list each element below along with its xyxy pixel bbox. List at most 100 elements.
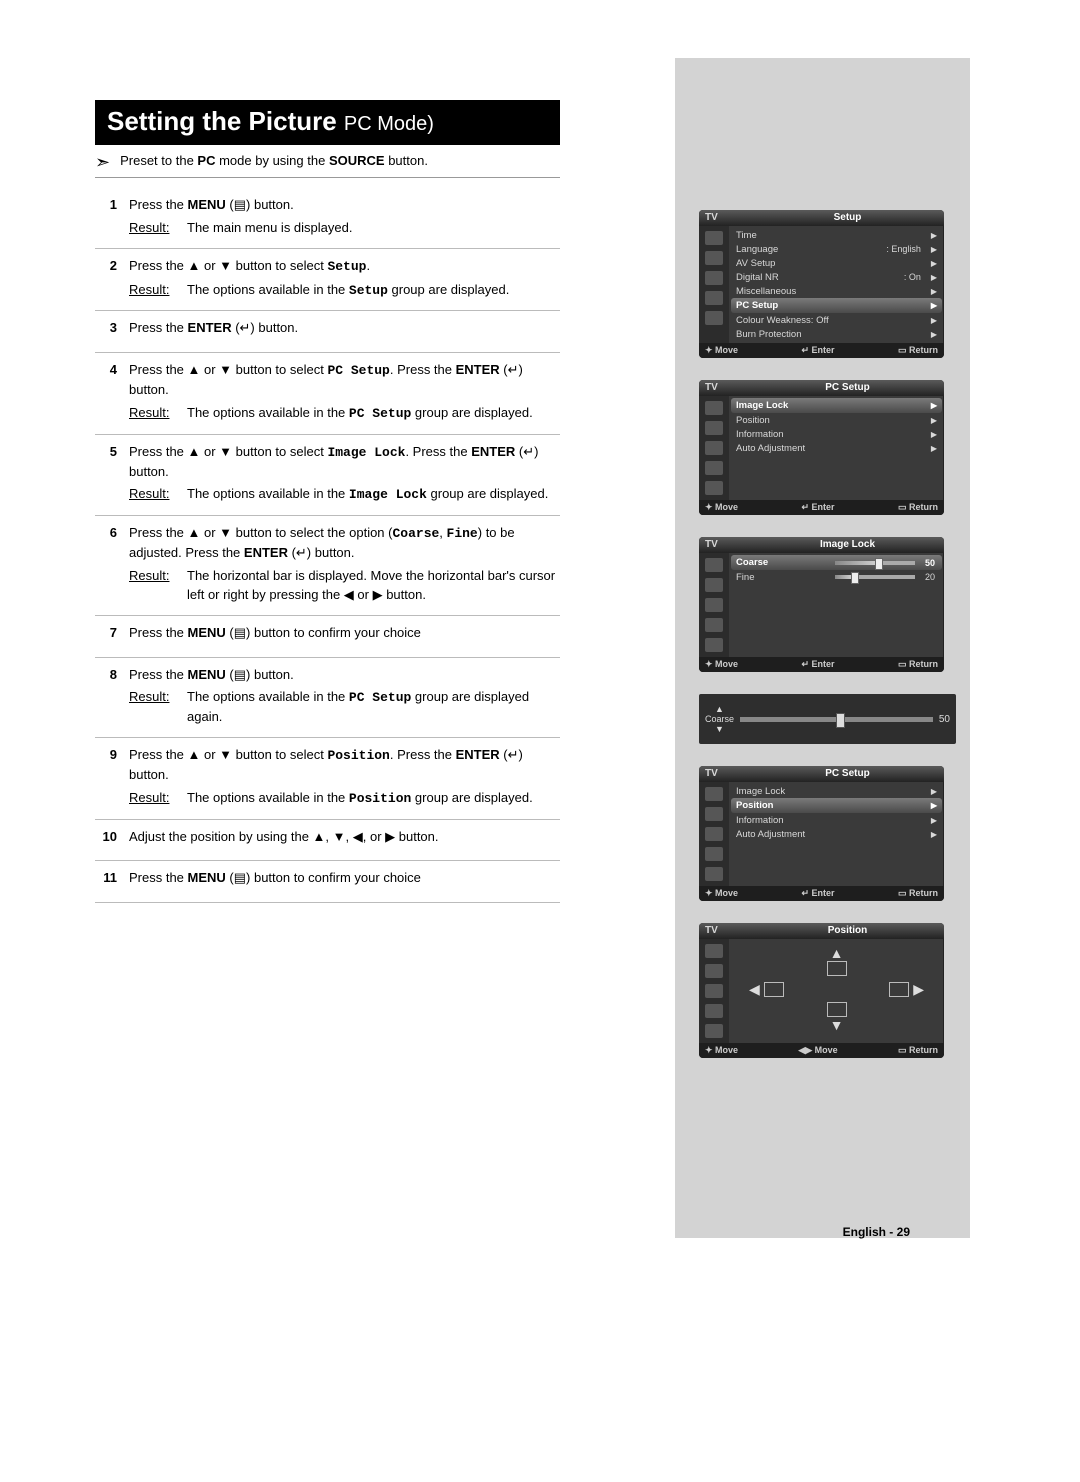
screen-icon — [827, 961, 847, 976]
step-row: 2Press the ▲ or ▼ button to select Setup… — [95, 249, 560, 312]
step-row: 4Press the ▲ or ▼ button to select PC Se… — [95, 353, 560, 435]
footer-move: ✦ Move — [705, 1045, 738, 1056]
osd-footer: ✦ Move↵ Enter▭ Return — [699, 886, 944, 901]
chevron-right-icon: ▶ — [931, 316, 937, 325]
osd-category-icon — [705, 421, 723, 435]
osd-screenshots: TVSetupTime▶Language: English▶AV Setup▶D… — [699, 210, 944, 1058]
osd-titlebar: TVPC Setup — [699, 766, 944, 782]
footer-enter: ↵ Enter — [801, 345, 834, 356]
osd-setup: TVSetupTime▶Language: English▶AV Setup▶D… — [699, 210, 944, 358]
osd-slider: 20 — [835, 572, 935, 582]
step-text: Adjust the position by using the ▲, ▼, ◀… — [129, 828, 560, 847]
screen-icon — [764, 982, 784, 997]
coarse-thumb — [836, 713, 845, 728]
osd-item-label: Coarse — [736, 557, 768, 568]
osd-item: Image Lock▶ — [731, 398, 942, 413]
osd-tv-label: TV — [699, 210, 751, 226]
step-text: Press the MENU (▤) button. — [129, 196, 560, 215]
step-body: Press the MENU (▤) button to confirm you… — [129, 624, 560, 647]
chevron-right-icon: ▶ — [931, 301, 937, 310]
osd-category-icon — [705, 598, 723, 612]
osd-category-icon — [705, 787, 723, 801]
footer-return: ▭ Return — [898, 1045, 938, 1056]
result-text: The options available in the PC Setup gr… — [187, 404, 533, 424]
osd-category: Position — [751, 923, 944, 939]
coarse-value: 50 — [939, 714, 950, 725]
osd-titlebar: TVPosition — [699, 923, 944, 939]
footer-enter: ↵ Enter — [801, 888, 834, 899]
screen-icon — [889, 982, 909, 997]
osd-category-icon — [705, 558, 723, 572]
step-body: Adjust the position by using the ▲, ▼, ◀… — [129, 828, 560, 851]
osd-tv-label: TV — [699, 537, 751, 553]
osd-body: Coarse 50 Fine 20 — [699, 553, 944, 657]
screen-icon — [827, 1002, 847, 1017]
chevron-right-icon: ▶ — [931, 430, 937, 439]
chevron-right-icon: ▶ — [931, 401, 937, 410]
footer-move: ✦ Move — [705, 502, 738, 513]
chevron-right-icon: ▶ — [931, 287, 937, 296]
slider-value: 50 — [919, 558, 935, 568]
slider-fill — [835, 561, 875, 565]
manual-page: Setting the Picture PC Mode) ➣ Preset to… — [0, 0, 1080, 1482]
osd-footer: ✦ Move ◀▶ Move ▭ Return — [699, 1043, 944, 1058]
osd-category-icon — [705, 984, 723, 998]
osd-category-icon — [705, 251, 723, 265]
step-text: Press the ▲ or ▼ button to select Image … — [129, 443, 560, 482]
step-body: Press the ▲ or ▼ button to select PC Set… — [129, 361, 560, 424]
osd-item: Auto Adjustment▶ — [729, 441, 944, 455]
osd-icon-strip — [699, 939, 729, 1043]
step-row: 3 Press the ENTER (↵) button. — [95, 311, 560, 353]
step-result: Result:The options available in the PC S… — [129, 688, 560, 727]
osd-item: PC Setup▶ — [731, 298, 942, 313]
osd-item-label: Position — [736, 415, 770, 426]
osd-category-icon — [705, 827, 723, 841]
osd-icon-strip — [699, 226, 729, 343]
osd-category-icon — [705, 578, 723, 592]
result-label: Result: — [129, 281, 173, 301]
divider — [95, 177, 560, 178]
step-number: 3 — [95, 319, 117, 338]
step-number: 5 — [95, 443, 117, 462]
step-text: Press the MENU (▤) button to confirm you… — [129, 869, 560, 888]
osd-item: Image Lock▶ — [729, 784, 944, 798]
osd-imagelock: TVImage Lock Coarse 50 Fine 20 ✦ Move↵ Enter▭… — [699, 537, 944, 672]
osd-item: Language: English▶ — [729, 242, 944, 256]
osd-item: Information▶ — [729, 813, 944, 827]
osd-coarse-slider: ▲ Coarse ▼ 50 — [699, 694, 956, 744]
result-text: The horizontal bar is displayed. Move th… — [187, 567, 560, 605]
slider-track — [835, 575, 915, 579]
osd-position: TVPosition ▲ ▼ ◀ ▶ ✦ Move◀▶ Move▭ Return — [699, 923, 944, 1058]
result-text: The options available in the PC Setup gr… — [187, 688, 560, 727]
osd-item: Auto Adjustment▶ — [729, 827, 944, 841]
osd-item: Time▶ — [729, 228, 944, 242]
osd-category-icon — [705, 441, 723, 455]
osd-item-value: : On — [904, 272, 921, 282]
osd-items: Image Lock▶ Position ▶ Information ▶ Auto Adj… — [729, 396, 944, 500]
osd-category-icon — [705, 291, 723, 305]
osd-category-icon — [705, 964, 723, 978]
chevron-right-icon: ▶ — [931, 801, 937, 810]
step-body: Press the ENTER (↵) button. — [129, 319, 560, 342]
osd-titlebar: TVImage Lock — [699, 537, 944, 553]
step-text: Press the ▲ or ▼ button to select the op… — [129, 524, 560, 563]
triangle-up-icon: ▲ — [830, 945, 844, 961]
osd-category-icon — [705, 1004, 723, 1018]
osd-category-icon — [705, 847, 723, 861]
step-number: 6 — [95, 524, 117, 543]
osd-item: Position▶ — [731, 798, 942, 813]
osd-icon-strip — [699, 553, 729, 657]
osd-footer: ✦ Move↵ Enter▭ Return — [699, 657, 944, 672]
osd-item-label: Fine — [736, 572, 754, 583]
step-number: 8 — [95, 666, 117, 685]
footer-enter: ◀▶ Move — [798, 1045, 837, 1056]
osd-body: Image Lock▶ Position ▶ Information ▶ Auto Adj… — [699, 396, 944, 500]
chevron-right-icon: ▶ — [931, 273, 937, 282]
slider-thumb — [875, 558, 883, 570]
step-result: Result:The options available in the PC S… — [129, 404, 560, 424]
osd-item: Fine 20 — [729, 570, 944, 584]
osd-category-icon — [705, 1024, 723, 1038]
triangle-up-icon: ▲ — [715, 704, 724, 714]
osd-item-label: Information — [736, 429, 784, 440]
chevron-right-icon: ▶ — [931, 231, 937, 240]
